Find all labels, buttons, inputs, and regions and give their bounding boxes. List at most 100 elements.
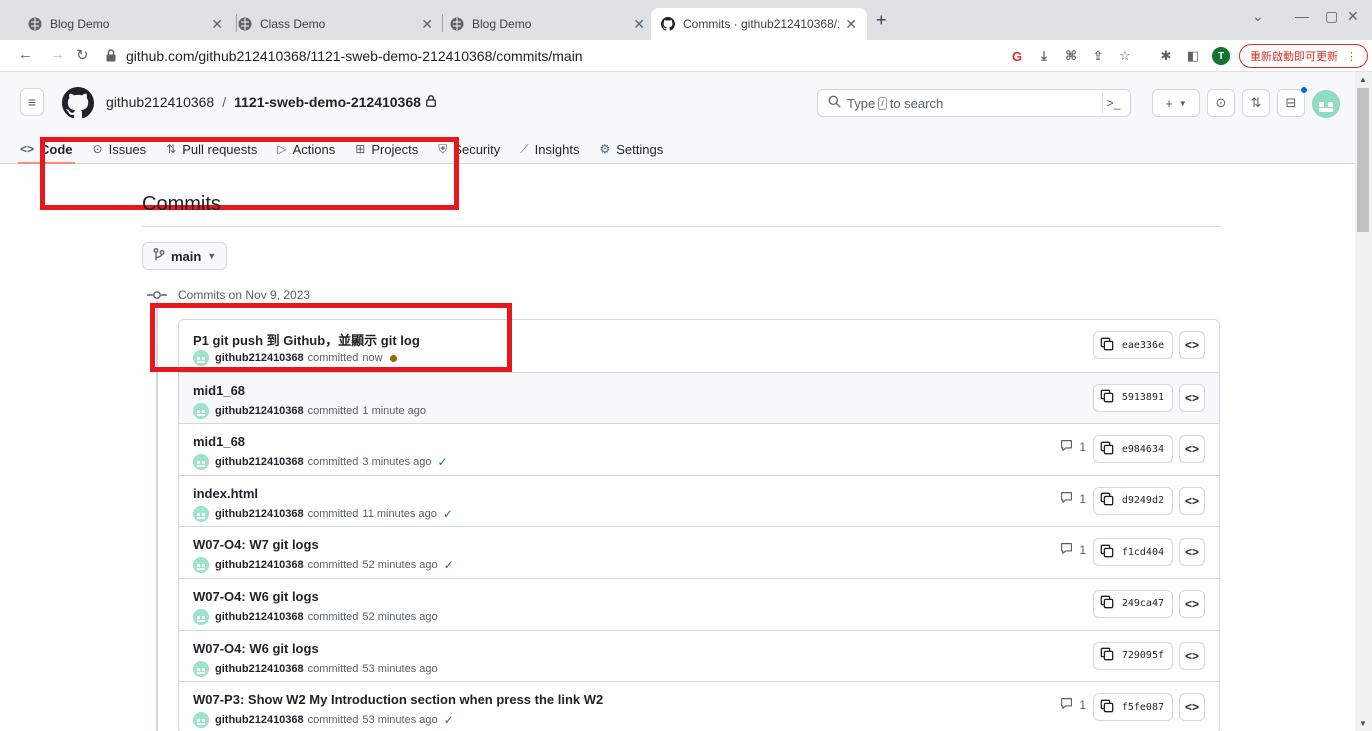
author-avatar[interactable] <box>193 402 209 419</box>
author-avatar[interactable] <box>193 557 209 574</box>
tab-projects[interactable]: ⊞ Projects <box>355 134 418 164</box>
browse-code-button[interactable]: <> <box>1179 589 1205 618</box>
commit-message[interactable]: W07-O4: W7 git logs <box>193 537 319 552</box>
close-icon[interactable]: ✕ <box>845 16 857 33</box>
commit-row[interactable]: W07-O4: W7 git logs github212410368 commit… <box>179 526 1219 578</box>
author-avatar[interactable] <box>193 454 209 471</box>
install-icon[interactable]: ⤓ <box>1035 47 1053 65</box>
search-input[interactable]: Type / to search >_ <box>817 89 1131 117</box>
translate-icon[interactable]: ⌘ <box>1062 47 1080 65</box>
side-panel-icon[interactable]: ◧ <box>1184 47 1202 65</box>
copy-icon[interactable] <box>1100 441 1114 458</box>
forward-arrow-icon[interactable]: → <box>50 46 65 63</box>
command-palette-icon[interactable]: >_ <box>1102 93 1124 113</box>
issues-button[interactable]: ⊙ <box>1207 89 1235 117</box>
commit-sha-link[interactable]: d9249d2 <box>1122 495 1164 506</box>
commit-sha-link[interactable]: 5913891 <box>1122 392 1164 403</box>
commit-row[interactable]: P1 git push 到 Github，並顯示 git log github21… <box>179 320 1219 372</box>
scroll-up-icon[interactable]: ▲ <box>1359 75 1367 84</box>
commit-message[interactable]: W07-P3: Show W2 My Introduction section … <box>193 692 603 707</box>
commit-message[interactable]: index.html <box>193 486 258 501</box>
reload-icon[interactable]: ↻ <box>76 46 89 64</box>
window-close-icon[interactable]: ✕ <box>1347 8 1359 25</box>
check-icon[interactable]: ✓ <box>444 713 454 727</box>
browse-code-button[interactable]: <> <box>1179 486 1205 515</box>
url-field[interactable]: github.com/github212410368/1121-sweb-dem… <box>106 43 996 69</box>
check-icon[interactable]: ✓ <box>444 558 454 572</box>
browse-code-button[interactable]: <> <box>1179 383 1205 412</box>
commit-row[interactable]: W07-O4: W6 git logs github212410368 commit… <box>179 577 1219 630</box>
commit-row[interactable]: W07-O4: W6 git logs github212410368 commit… <box>179 629 1219 682</box>
repo-link[interactable]: 1121-sweb-demo-212410368 <box>234 94 421 110</box>
author-avatar[interactable] <box>193 608 209 625</box>
author-avatar[interactable] <box>193 350 209 366</box>
browser-tab[interactable]: Blog Demo ✕ <box>440 8 655 40</box>
commit-message[interactable]: W07-O4: W6 git logs <box>193 641 319 656</box>
commit-message[interactable]: P1 git push 到 Github，並顯示 git log <box>193 330 420 349</box>
copy-icon[interactable] <box>1100 492 1114 509</box>
page-scrollbar[interactable]: ▲ ▼ <box>1355 72 1372 731</box>
comment-count[interactable]: 1 <box>1060 542 1086 558</box>
new-tab-button[interactable]: + <box>876 10 887 31</box>
tab-security[interactable]: ⛨ Security <box>438 134 500 164</box>
browser-tab[interactable]: Blog Demo ✕ <box>18 8 233 40</box>
close-icon[interactable]: ✕ <box>421 16 433 33</box>
github-logo-icon[interactable] <box>62 87 95 122</box>
tab-settings[interactable]: ⚙ Settings <box>599 134 663 164</box>
copy-icon[interactable] <box>1100 337 1114 354</box>
commit-author[interactable]: github212410368 <box>215 456 304 468</box>
update-button[interactable]: 重新啟動即可更新 ⋮ <box>1239 44 1368 68</box>
copy-icon[interactable] <box>1100 647 1114 664</box>
extensions-icon[interactable]: ✱ <box>1157 47 1175 65</box>
copy-icon[interactable] <box>1100 544 1114 561</box>
tab-pull-requests[interactable]: ⇅ Pull requests <box>166 134 257 164</box>
author-avatar[interactable] <box>193 505 209 522</box>
share-icon[interactable]: ⇪ <box>1089 47 1107 65</box>
tab-search-icon[interactable]: ⌄ <box>1252 8 1264 25</box>
google-icon[interactable]: G <box>1008 47 1026 65</box>
commit-author[interactable]: github212410368 <box>215 611 304 623</box>
pending-status-icon[interactable] <box>389 354 397 362</box>
copy-icon[interactable] <box>1100 389 1114 406</box>
check-icon[interactable]: ✓ <box>438 455 448 469</box>
author-avatar[interactable] <box>193 712 209 729</box>
commit-row[interactable]: mid1_68 github212410368 committed 1 minute … <box>179 371 1219 424</box>
commit-message[interactable]: mid1_68 <box>193 434 245 449</box>
branch-select-button[interactable]: main ▼ <box>142 242 228 270</box>
user-avatar[interactable] <box>1312 90 1340 118</box>
tab-code[interactable]: <> Code <box>18 134 75 164</box>
commit-message[interactable]: mid1_68 <box>193 383 245 398</box>
browse-code-button[interactable]: <> <box>1179 538 1205 567</box>
browse-code-button[interactable]: <> <box>1179 435 1205 464</box>
check-icon[interactable]: ✓ <box>443 507 453 521</box>
browser-tab-active[interactable]: Commits · github212410368/1 ✕ <box>651 8 867 40</box>
maximize-icon[interactable]: ▢ <box>1325 8 1338 25</box>
tab-insights[interactable]: ⟋ Insights <box>520 134 579 164</box>
profile-avatar[interactable]: T <box>1212 47 1230 65</box>
inbox-button[interactable]: ⊟ <box>1277 86 1308 117</box>
commit-sha-link[interactable]: f5fe087 <box>1122 702 1164 713</box>
browse-code-button[interactable]: <> <box>1179 693 1205 722</box>
commit-sha-link[interactable]: e984634 <box>1122 444 1164 455</box>
browse-code-button[interactable]: <> <box>1179 331 1205 359</box>
commit-author[interactable]: github212410368 <box>215 508 304 520</box>
star-icon[interactable]: ☆ <box>1116 47 1134 65</box>
commit-author[interactable]: github212410368 <box>215 405 304 417</box>
author-avatar[interactable] <box>193 660 209 677</box>
commit-sha-link[interactable]: 249ca47 <box>1122 598 1164 609</box>
comment-count[interactable]: 1 <box>1060 439 1086 455</box>
close-icon[interactable]: ✕ <box>211 16 223 33</box>
commit-author[interactable]: github212410368 <box>215 663 304 675</box>
owner-link[interactable]: github212410368 <box>106 94 214 110</box>
copy-icon[interactable] <box>1100 595 1114 612</box>
back-arrow-icon[interactable]: ← <box>18 46 33 63</box>
commit-row[interactable]: W07-P3: Show W2 My Introduction section … <box>179 681 1219 731</box>
commit-row[interactable]: mid1_68 github212410368 committed 3 minutes… <box>179 423 1219 475</box>
tab-actions[interactable]: ▷ Actions <box>277 134 335 164</box>
commit-row[interactable]: index.html github212410368 committed 11 min… <box>179 474 1219 527</box>
tab-issues[interactable]: ⊙ Issues <box>93 134 147 164</box>
comment-count[interactable]: 1 <box>1060 697 1086 713</box>
commit-author[interactable]: github212410368 <box>215 559 304 571</box>
commit-sha-link[interactable]: eae336e <box>1122 340 1164 351</box>
scrollbar-thumb[interactable] <box>1357 88 1369 232</box>
